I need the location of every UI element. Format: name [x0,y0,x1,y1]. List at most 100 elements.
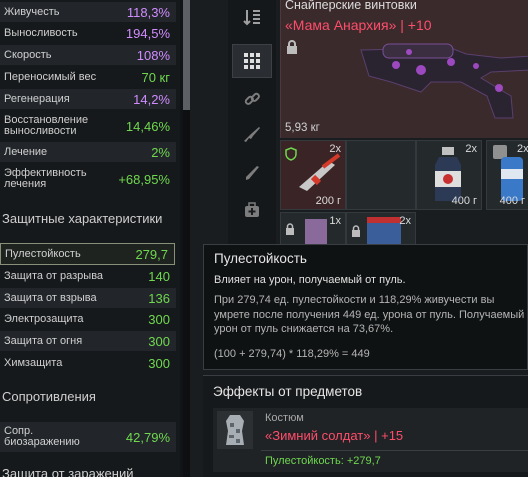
tab-weapons[interactable] [232,118,272,152]
stat-label: Переносимый вес [4,70,97,83]
stat-label: Сопр. биозаражению [4,425,80,448]
stat-label: Электрозащита [4,312,84,325]
slot-count: 2x [399,215,411,227]
sort-tab[interactable] [232,0,272,34]
stat-label: Выносливость [4,26,78,39]
stat-row: Лечение 2% [0,142,176,162]
effect-item[interactable]: Костюм «Зимний солдат» | +15 Пулестойкос… [213,408,528,472]
syringe-icon [299,153,341,191]
tooltip-body: При 279,74 ед. пулестойкости и 118,29% ж… [214,294,525,335]
stat-label: Эффективность лечения [4,167,87,190]
stat-label: Защита от взрыва [4,291,97,304]
inventory-slot[interactable]: 2x 400 г [416,140,482,210]
slot-count: 1x [329,215,341,227]
stat-row: Живучесть 118,3% [0,2,176,22]
stat-value: 300 [148,311,170,327]
medkit-icon [245,202,259,217]
stats-panel: Живучесть 118,3% Выносливость 194,5% Ско… [0,0,180,477]
inventory-slot[interactable]: 2x 200 г [280,140,346,210]
effect-bonus: Пулестойкость: +279,7 [265,455,381,467]
slot-weight: 200 г [315,195,341,207]
weapon-weight: 5,93 кг [285,122,320,134]
slot-weight: 400 г [499,195,525,207]
effect-item-upgrade: +15 [381,428,404,443]
slot-count: 2x [517,143,528,155]
sort-icon [243,10,260,26]
effects-title: Эффекты от предметов [213,384,363,399]
protection-row[interactable]: Химзащита 300 [0,353,176,373]
stat-label: Химзащита [4,356,63,369]
stat-value: 2% [151,144,170,160]
stat-value: 108% [136,47,170,63]
protection-row-bullet[interactable]: Пулестойкость 279,7 [0,243,175,265]
effect-item-type: Костюм [265,412,304,424]
tab-knife[interactable] [232,156,272,190]
scrollbar-thumb[interactable] [183,0,190,110]
protection-row[interactable]: Защита от разрыва 140 [0,266,176,286]
stat-value: 300 [148,333,170,349]
lock-icon [286,223,294,235]
suit-icon [217,411,253,449]
lock-icon [352,225,360,237]
tooltip-subtitle: Влияет на урон, получаемый от пуль. [214,274,406,286]
stat-row: Переносимый вес 70 кг [0,67,176,87]
effect-item-name: «Зимний солдат» | +15 [265,428,404,443]
slot-weight: 400 г [451,195,477,207]
inventory-slot[interactable] [346,140,416,210]
rifle-icon [244,127,260,142]
protection-row[interactable]: Электрозащита 300 [0,309,176,329]
stat-row: Скорость 108% [0,45,176,65]
stat-value: +68,95% [118,171,170,187]
weapon-card[interactable]: Снайперские винтовки «Мама Анархия» | +1… [280,0,528,138]
inventory-slot[interactable]: 2x 400 г [486,140,528,210]
stat-label: Скорость [4,48,52,61]
item-effects-panel: Эффекты от предметов Костюм «Зимний солд… [203,375,528,477]
effect-item-name-text: «Зимний солдат» [265,428,371,443]
inventory-slot[interactable]: 2x [346,212,416,246]
stat-row: Выносливость 194,5% [0,23,176,43]
stat-value: 300 [148,355,170,371]
stat-label: Защита от разрыва [4,269,104,282]
stat-label: Пулестойкость [5,247,81,260]
protection-row[interactable]: Защита от огня 300 [0,331,176,351]
stat-label: Лечение [4,145,48,158]
inventory-slot[interactable]: 1x [280,212,346,247]
item-thumbnail [367,217,401,245]
stat-label: Защита от огня [4,334,83,347]
stat-label: Восстановление выносливости [4,114,89,137]
chain-icon [244,92,260,105]
stat-row: Регенерация 14,2% [0,89,176,109]
protection-title: Защитные характеристики [2,211,163,226]
stat-value: 70 кг [141,69,170,85]
grid-icon [244,53,260,69]
stat-value: 118,3% [126,4,170,20]
stat-tooltip: Пулестойкость Влияет на урон, получаемый… [203,244,528,370]
stat-value: 42,79% [125,429,170,445]
stat-value: 136 [148,290,170,306]
stat-value: 140 [148,268,170,284]
resist-row[interactable]: Сопр. биозаражению 42,79% [0,422,176,452]
stat-value: 194,5% [125,25,170,41]
stat-value: 279,7 [135,246,168,262]
lock-icon [287,40,297,54]
stat-value: 14,46% [125,118,170,134]
stat-label: Регенерация [4,92,70,105]
infection-title: Защита от заражений [2,466,134,477]
item-thumbnail [305,219,327,247]
slot-count: 2x [465,143,477,155]
stat-label: Живучесть [4,5,60,18]
stat-row: Восстановление выносливости 14,46% [0,111,176,141]
stat-value: 14,2% [133,91,170,107]
protection-row[interactable]: Защита от взрыва 136 [0,288,176,308]
tab-medicine[interactable] [232,193,272,227]
weapon-category: Снайперские винтовки [285,0,417,12]
tooltip-title: Пулестойкость [214,251,307,266]
tooltip-formula: (100 + 279,74) * 118,29% = 449 [214,348,370,360]
sniper-rifle-image [360,43,528,119]
resist-title: Сопротивления [2,389,96,404]
tab-chain[interactable] [232,82,272,116]
stat-row: Эффективность лечения +68,95% [0,164,176,194]
divider [261,450,528,451]
tab-all-items[interactable] [232,44,272,78]
slot-count: 2x [329,143,341,155]
